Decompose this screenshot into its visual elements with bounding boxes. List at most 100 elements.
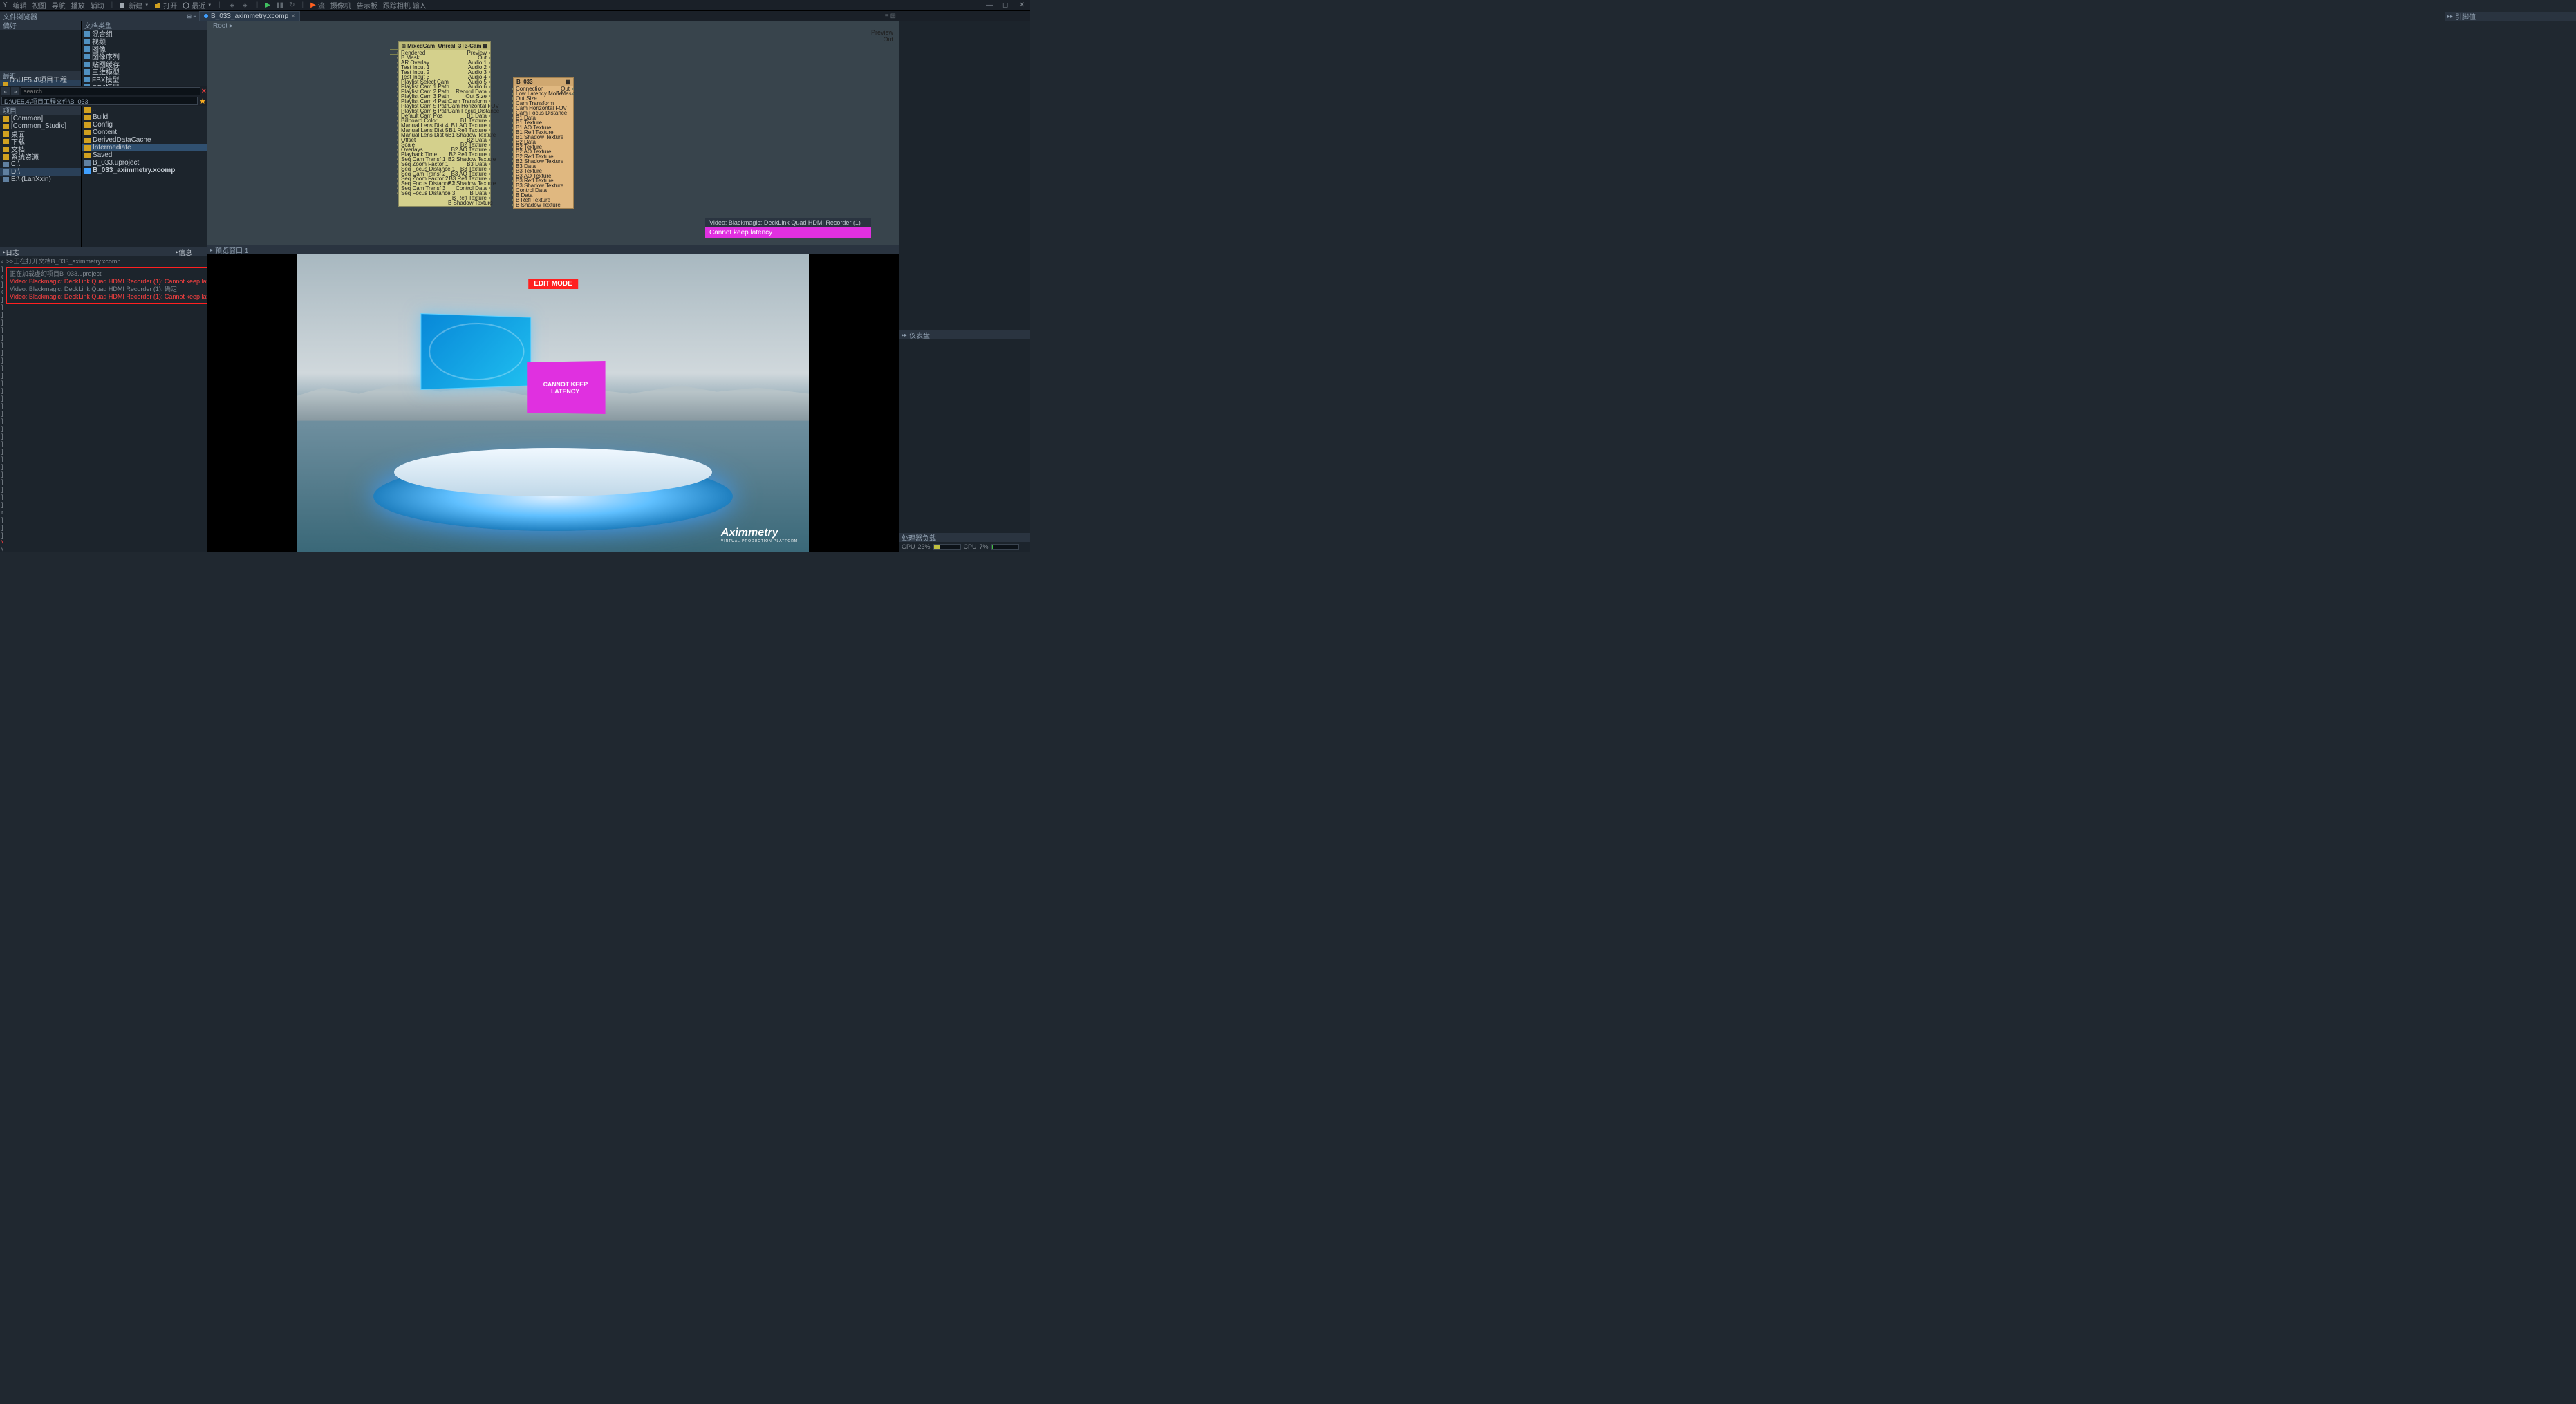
wires	[207, 21, 415, 124]
virtual-screen-error: CANNOT KEEP LATENCY	[527, 361, 605, 414]
tree-item[interactable]: E:\ (LanXxin)	[0, 176, 81, 183]
open-icon	[154, 2, 161, 9]
file-item[interactable]: DerivedDataCache	[82, 136, 207, 144]
error-overlay: Video: Blackmagic: DeckLink Quad HDMI Re…	[705, 218, 871, 238]
edit-mode-badge: EDIT MODE	[528, 279, 578, 289]
search-input[interactable]	[21, 87, 200, 95]
file-item[interactable]: Content	[82, 129, 207, 136]
menu-nav[interactable]: 导航	[52, 0, 66, 10]
log-header: ▸日志	[0, 247, 173, 256]
menubar: Y 编辑 视图 导航 播放 辅助 | 新建▼ 打开 最近▼ | | ▶ ▮▮ ↻…	[0, 0, 1030, 11]
file-item[interactable]: Build	[82, 113, 207, 121]
node-pin[interactable]: B Shadow Texture	[516, 203, 552, 207]
tab-bar: 文件浏览器⊞ ≡ B_033_aximmetry.xcomp × ≡ ⊞ ▸▸引…	[0, 11, 1030, 21]
log-line: Video: Blackmagic: DeckLink Quad HDMI Re…	[10, 278, 207, 286]
file-item[interactable]: B_033.uproject	[82, 159, 207, 167]
tab-label: B_033_aximmetry.xcomp	[211, 12, 288, 20]
node-b033[interactable]: B_033 ▦ ConnectionLow Latency ModeOut Si…	[513, 77, 574, 209]
maximize-icon[interactable]: ◻	[1002, 1, 1011, 10]
tree-item[interactable]: 系统资源	[0, 153, 81, 160]
output-out[interactable]: Out	[871, 36, 893, 43]
track-camera-button[interactable]: 跟踪相机 输入	[383, 0, 427, 10]
file-item[interactable]: B_033_aximmetry.xcomp	[82, 167, 207, 174]
cpu-value: 7%	[980, 543, 989, 550]
log-panel: 4.png"] 正在加载 "[Common_Studio]:Imagesette…	[0, 256, 207, 552]
preview-header: ▸预览窗口 1	[207, 245, 899, 254]
minimize-icon[interactable]: —	[986, 1, 994, 10]
cpu-bar	[991, 544, 1019, 550]
file-item[interactable]: Intermediate	[82, 144, 207, 151]
compound-icon	[204, 14, 208, 18]
pin-values-header: ▸▸引脚值	[2445, 12, 2576, 21]
output-preview[interactable]: Preview	[871, 29, 893, 36]
virtual-stage	[373, 441, 733, 531]
recent-button[interactable]: 最近▼	[183, 0, 212, 10]
log-line: Video: Blackmagic: DeckLink Quad HDMI Re…	[10, 286, 207, 293]
path-input[interactable]	[1, 97, 198, 105]
open-button[interactable]: 打开	[154, 0, 177, 10]
virtual-screen-1	[420, 313, 531, 390]
menu-help[interactable]: 辅助	[91, 0, 104, 10]
error-body: Cannot keep latency	[705, 227, 871, 238]
panel-menu-icon[interactable]: ≡	[885, 12, 889, 20]
redo-icon[interactable]	[241, 1, 250, 10]
projects-header: 项目	[0, 106, 81, 115]
file-item[interactable]: ..	[82, 106, 207, 113]
cpu-load-header: 处理器负载	[899, 533, 1030, 542]
gpu-value: 23%	[918, 543, 931, 550]
menu-view[interactable]: 视图	[32, 0, 46, 10]
panel-expand-icon[interactable]: ⊞	[890, 12, 896, 20]
new-button[interactable]: 新建▼	[120, 0, 149, 10]
menu-edit[interactable]: 编辑	[13, 0, 27, 10]
pause-icon[interactable]: ▮▮	[276, 1, 283, 9]
tree-item[interactable]: D:\	[0, 168, 81, 176]
tree-item[interactable]: [Common]	[0, 115, 81, 122]
menu-y[interactable]: Y	[3, 1, 8, 9]
node-title: B_033 ▦	[514, 78, 573, 86]
nav-back-icon[interactable]: «	[1, 87, 10, 95]
node-mixedcam[interactable]: ⊞ MixedCam_Unreal_3+3-Cam ▦ RenderedB Ma…	[398, 41, 491, 207]
tree-item[interactable]: C:\	[0, 160, 81, 168]
error-title: Video: Blackmagic: DeckLink Quad HDMI Re…	[705, 218, 871, 227]
favorites-header: 偏好	[0, 21, 81, 30]
gpu-bar	[933, 544, 961, 550]
tab-close-icon[interactable]: ×	[291, 12, 295, 20]
log-line: Video: Blackmagic: DeckLink Quad HDMI Re…	[10, 293, 207, 301]
play-icon[interactable]: ▶	[265, 1, 270, 9]
undo-icon[interactable]	[227, 1, 236, 10]
file-item[interactable]: Saved	[82, 151, 207, 159]
close-icon[interactable]: ✕	[1019, 1, 1027, 10]
node-graph[interactable]: Root ▸	[207, 21, 899, 245]
log-line: 正在加载虚幻项目B_033.uproject	[10, 270, 207, 278]
menu-play[interactable]: 播放	[71, 0, 85, 10]
highlighted-errors: 正在加载虚幻项目B_033.uprojectVideo: Blackmagic:…	[6, 267, 207, 304]
aximmetry-logo: AximmetryVIRTUAL PRODUCTION PLATFORM	[721, 527, 798, 543]
favorite-star-icon[interactable]: ★	[199, 97, 206, 106]
file-browser: 偏好 最近 D:\UE5.4\项目工程文...\B_033 文档类型 混合组视频…	[0, 21, 207, 247]
preview-panel: CANNOT KEEP LATENCY EDIT MODE AximmetryV…	[207, 254, 899, 552]
preview-viewport[interactable]: CANNOT KEEP LATENCY EDIT MODE AximmetryV…	[297, 254, 809, 552]
new-icon	[120, 2, 127, 9]
file-item[interactable]: Config	[82, 121, 207, 129]
compound-tab[interactable]: B_033_aximmetry.xcomp ×	[199, 11, 300, 21]
breadcrumb[interactable]: Root ▸	[213, 22, 233, 30]
dashboard-panel	[899, 339, 1030, 533]
gpu-label: GPU	[902, 543, 915, 550]
node-title: ⊞ MixedCam_Unreal_3+3-Cam ▦	[399, 42, 490, 50]
restart-icon[interactable]: ↻	[289, 1, 295, 9]
cpu-label: CPU	[964, 543, 977, 550]
dashboard-header: ▸▸仪表盘	[899, 330, 1030, 339]
node-pin[interactable]: B Mask	[556, 91, 570, 96]
log-line: >>正在打开文档B_033_aximmetry.xcomp	[6, 258, 207, 265]
clear-search-icon[interactable]: ×	[202, 87, 206, 95]
cueboard-button[interactable]: 告示板	[357, 0, 377, 10]
pin-values-panel	[899, 21, 1030, 330]
node-pin[interactable]: B Shadow Texture	[448, 200, 487, 205]
recent-icon	[183, 2, 189, 9]
graph-outputs: Preview Out	[871, 29, 893, 43]
stream-button[interactable]: ▶流	[310, 0, 325, 10]
nav-fwd-icon[interactable]: »	[11, 87, 19, 95]
info-header: ▸信息	[173, 247, 207, 256]
camera-button[interactable]: 摄像机	[330, 0, 351, 10]
node-pin[interactable]: Seq Focus Distance 3	[401, 191, 444, 196]
